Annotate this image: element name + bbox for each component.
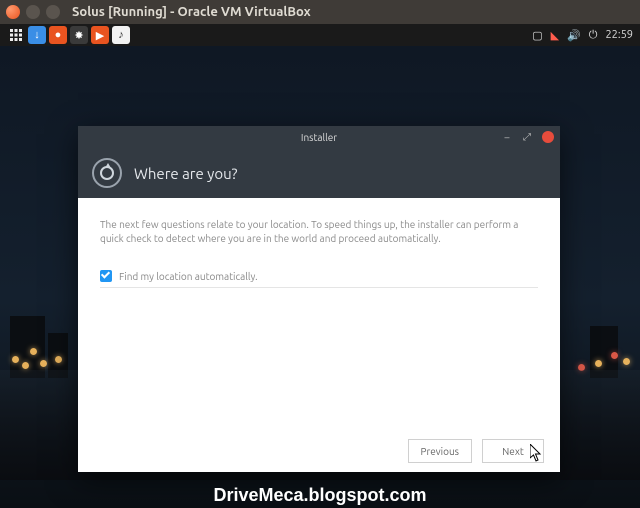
installer-maximize-button[interactable]: ⤢ (522, 132, 532, 142)
find-location-row[interactable]: Find my location automatically. (100, 270, 538, 288)
host-close-button[interactable] (6, 5, 20, 19)
launcher-icon-4[interactable]: ▶ (91, 26, 109, 44)
guest-panel: ↓ ● ✸ ▶ ♪ ▢ ◣ 🔊 ⏻ 22:59 (0, 24, 640, 46)
host-maximize-button[interactable] (46, 5, 60, 19)
launcher-icon-5[interactable]: ♪ (112, 26, 130, 44)
installer-window-title: Installer (301, 132, 337, 143)
tray-window-icon[interactable]: ▢ (532, 29, 542, 42)
tray-clock[interactable]: 22:59 (605, 29, 633, 41)
tray-power-icon[interactable]: ⏻ (589, 29, 598, 42)
installer-body: The next few questions relate to your lo… (78, 198, 560, 430)
installer-minimize-button[interactable]: – (502, 132, 512, 142)
installer-step-header: Where are you? (78, 148, 560, 198)
installer-footer: Previous Next (78, 430, 560, 472)
installer-window: Installer – ⤢ Where are you? The next fe… (78, 126, 560, 472)
tray-volume-icon[interactable]: 🔊 (567, 29, 581, 42)
location-step-icon (92, 158, 122, 188)
launcher-icon-1[interactable]: ↓ (28, 26, 46, 44)
find-location-label: Find my location automatically. (119, 271, 258, 282)
tray-alert-icon[interactable]: ◣ (551, 29, 559, 42)
previous-button[interactable]: Previous (408, 439, 473, 463)
host-minimize-button[interactable] (26, 5, 40, 19)
installer-body-text: The next few questions relate to your lo… (100, 218, 538, 246)
host-window-title: Solus [Running] - Oracle VM VirtualBox (72, 5, 311, 19)
launcher-icon-2[interactable]: ● (49, 26, 67, 44)
guest-desktop: ↓ ● ✸ ▶ ♪ ▢ ◣ 🔊 ⏻ 22:59 (0, 24, 640, 508)
installer-titlebar[interactable]: Installer – ⤢ (78, 126, 560, 148)
host-window-titlebar: Solus [Running] - Oracle VM VirtualBox (0, 0, 640, 24)
find-location-checkbox[interactable] (100, 270, 112, 282)
installer-close-button[interactable] (542, 131, 554, 143)
next-button[interactable]: Next (482, 439, 544, 463)
apps-menu-icon[interactable] (7, 26, 25, 44)
launcher-icon-3[interactable]: ✸ (70, 26, 88, 44)
watermark-text: DriveMeca.blogspot.com (0, 485, 640, 506)
installer-step-title: Where are you? (134, 165, 238, 182)
